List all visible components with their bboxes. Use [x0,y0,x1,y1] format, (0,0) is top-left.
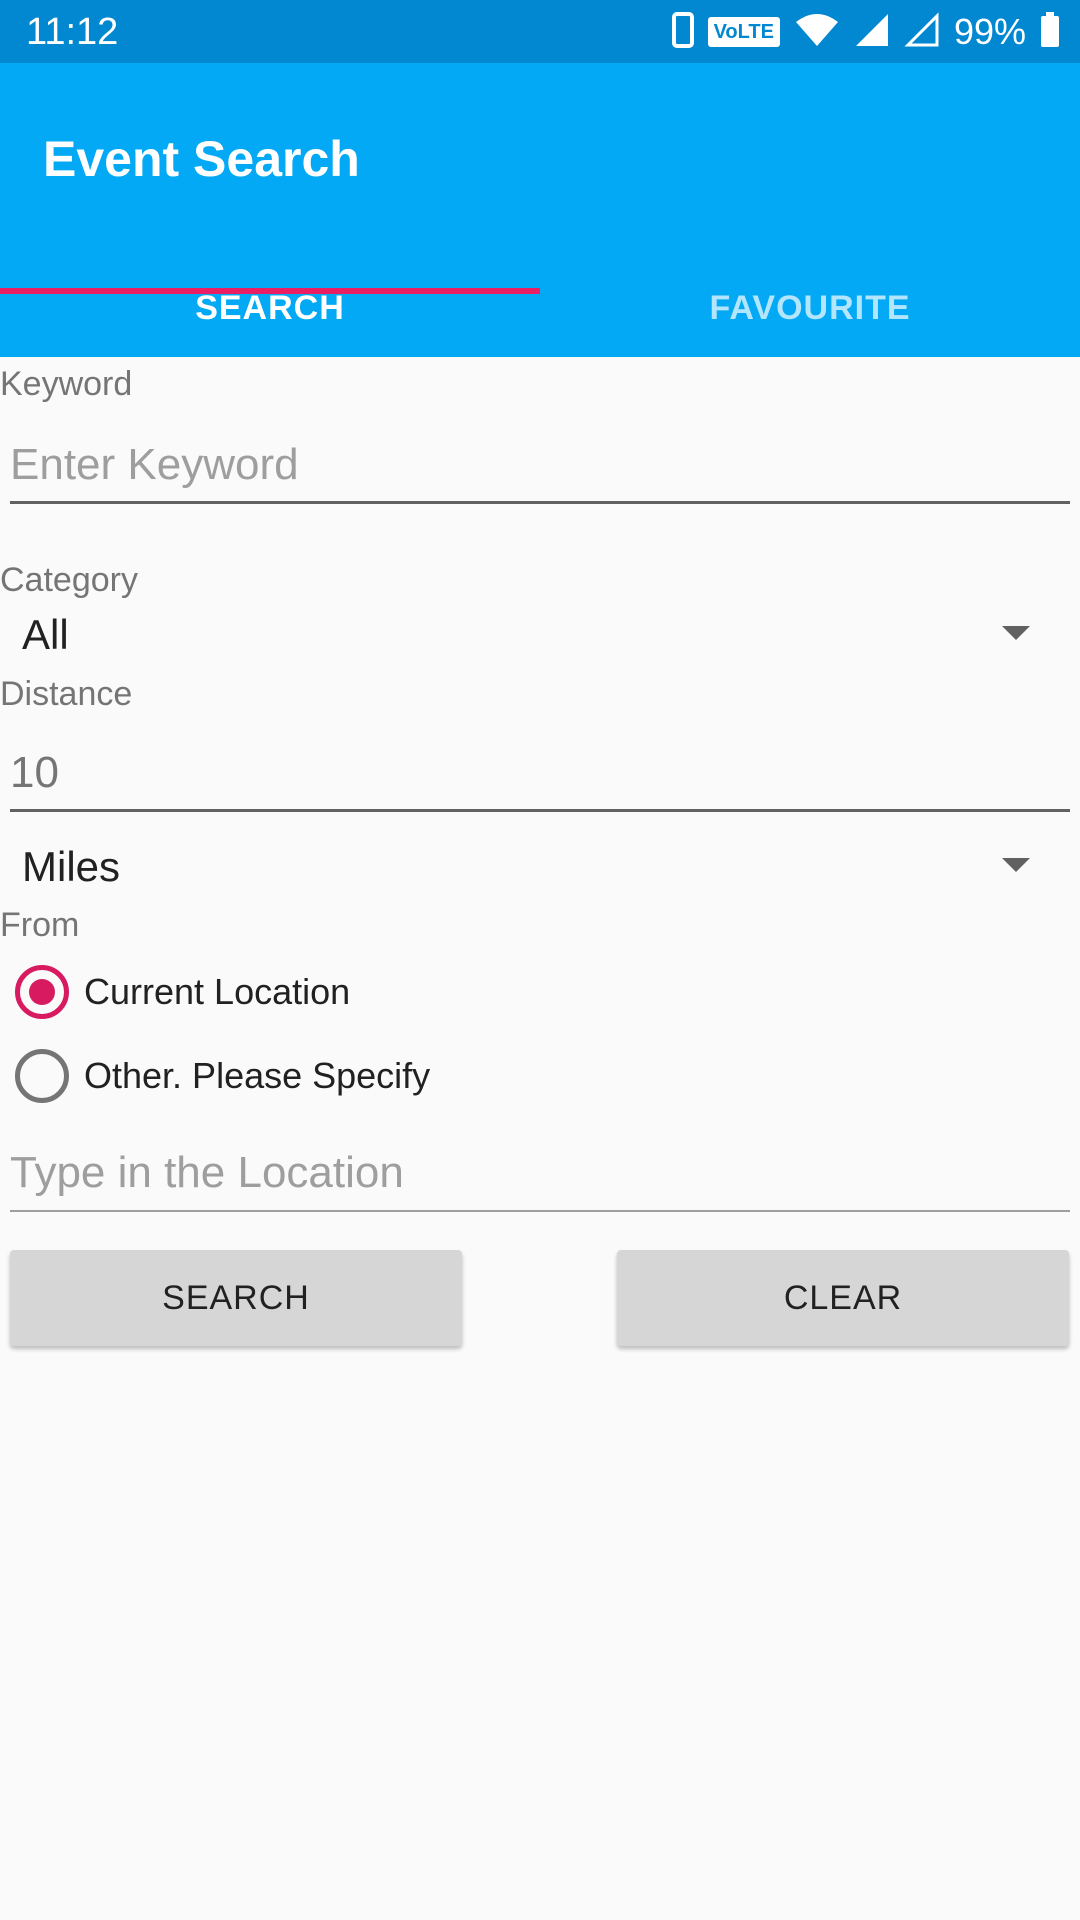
status-icons: VoLTE 99% [671,10,1060,54]
wifi-icon [794,12,840,53]
signal-full-icon [854,12,890,53]
tab-search[interactable]: SEARCH [0,259,540,357]
battery-icon [1040,11,1060,53]
phone-icon [671,11,694,53]
signal-empty-icon [904,11,940,53]
distance-label: Distance [0,675,133,713]
category-label: Category [0,561,138,599]
app-title: Event Search [43,131,360,187]
status-time: 11:12 [26,11,119,53]
radio-other-label: Other. Please Specify [84,1055,431,1096]
radio-current-location[interactable]: Current Location [0,957,600,1027]
tab-favourite[interactable]: FAVOURITE [540,259,1080,357]
unit-value: Miles [22,843,121,890]
radio-unchecked-icon [15,1049,69,1103]
keyword-input[interactable] [10,434,1070,504]
search-button[interactable]: SEARCH [10,1250,462,1346]
status-bar: 11:12 VoLTE 99% [0,0,1080,63]
from-label: From [0,906,80,944]
battery-percent: 99% [953,11,1026,52]
unit-spinner[interactable]: Miles [0,832,1080,902]
tab-indicator [0,288,540,294]
radio-other-location[interactable]: Other. Please Specify [0,1041,600,1111]
category-spinner[interactable]: All [0,600,1080,670]
clear-button[interactable]: CLEAR [617,1250,1069,1346]
location-input[interactable] [10,1142,1070,1212]
distance-input[interactable] [10,742,1070,812]
tab-bar: SEARCH FAVOURITE [0,259,1080,357]
radio-current-label: Current Location [84,971,351,1012]
volte-icon: VoLTE [707,17,780,47]
dropdown-arrow-icon [1002,858,1030,872]
dropdown-arrow-icon [1002,626,1030,640]
keyword-label: Keyword [0,365,133,403]
app-bar: Event Search SEARCH FAVOURITE [0,63,1080,357]
radio-checked-icon [15,965,69,1019]
category-value: All [22,611,69,658]
